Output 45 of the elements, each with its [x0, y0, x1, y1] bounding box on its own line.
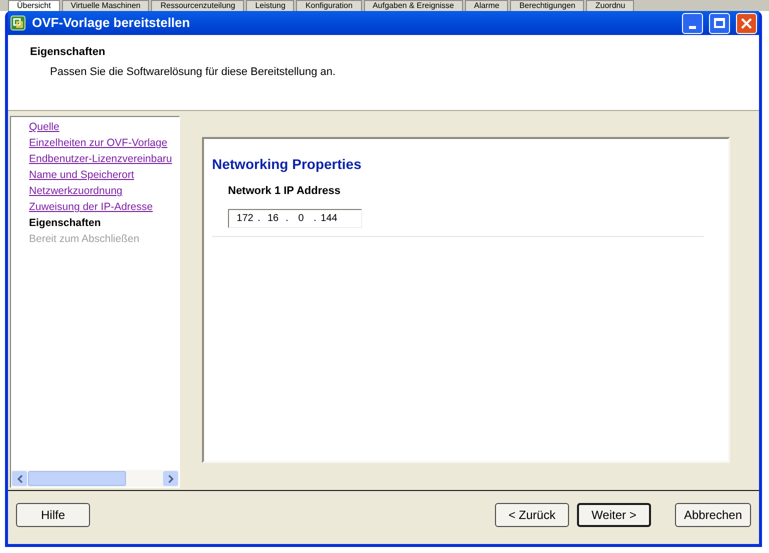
octet-separator: . [284, 212, 290, 226]
step-item[interactable]: Einzelheiten zur OVF-Vorlage [29, 135, 168, 151]
close-button[interactable] [736, 12, 757, 34]
header-subtitle: Passen Sie die Softwarelösung für diese Bereitstellung an. [49, 64, 337, 80]
maximize-button[interactable] [709, 12, 730, 34]
ip-octet[interactable]: 16 [264, 210, 282, 226]
background-tab[interactable]: Konfiguration [296, 0, 362, 11]
ip-octet[interactable]: 172 [236, 210, 254, 226]
ip-octet[interactable]: 144 [320, 210, 338, 226]
step-item[interactable]: Quelle [29, 119, 60, 135]
background-tab[interactable]: Zuordnu [586, 0, 634, 11]
background-tab[interactable]: Virtuelle Maschinen [62, 0, 150, 11]
chevron-left-icon [16, 474, 22, 482]
octet-separator: . [312, 212, 318, 226]
ip-address-field[interactable]: 172 . 16 . 0 . 144 [228, 208, 362, 228]
step-item[interactable]: Netzwerkzuordnung [29, 183, 122, 199]
field-label: Network 1 IP Address [228, 184, 342, 199]
scroll-right-button[interactable] [163, 471, 178, 486]
help-button[interactable]: Hilfe [16, 502, 90, 526]
background-tab[interactable]: Übersicht [8, 0, 60, 11]
background-tab[interactable]: Ressourcenzuteilung [151, 0, 244, 11]
step-item[interactable]: Name und Speicherort [29, 167, 134, 183]
ip-octet[interactable]: 0 [292, 210, 310, 226]
octet-separator: . [256, 212, 262, 226]
back-button[interactable]: < Zurück [494, 502, 569, 526]
step-item[interactable]: Zuweisung der IP-Adresse [29, 199, 153, 215]
cancel-button[interactable]: Abbrechen [674, 502, 751, 526]
window-title: OVF-Vorlage bereitstellen [32, 14, 191, 32]
background-tab[interactable]: Aufgaben & Ereignisse [364, 0, 463, 11]
step-item[interactable]: Endbenutzer-Lizenzvereinbaru [29, 151, 172, 167]
scroll-left-button[interactable] [12, 471, 27, 486]
background-tab[interactable]: Berechtigungen [510, 0, 584, 11]
step-item: Eigenschaften [29, 216, 101, 231]
chevron-right-icon [168, 474, 174, 482]
close-icon [741, 18, 752, 28]
app-icon [10, 15, 26, 31]
section-title: Networking Properties [212, 155, 362, 174]
next-button[interactable]: Weiter > [576, 502, 651, 526]
step-item: Bereit zum Abschließen [29, 232, 140, 247]
horizontal-scrollbar[interactable] [11, 470, 179, 487]
background-tab[interactable]: Alarme [464, 0, 508, 11]
scroll-thumb[interactable] [28, 471, 126, 486]
minimize-button[interactable] [682, 12, 703, 34]
background-tab[interactable]: Leistung [246, 0, 294, 11]
header-title: Eigenschaften [30, 45, 106, 60]
